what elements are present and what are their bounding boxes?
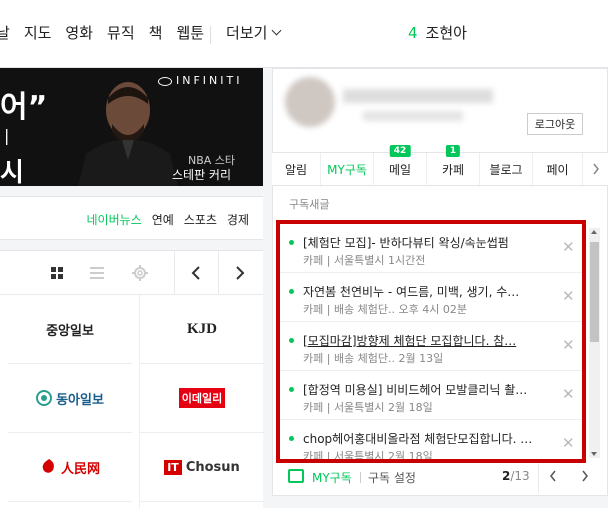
ad-text-line: 시 <box>0 158 24 186</box>
my-subscription-link[interactable]: MY구독 <box>312 469 352 486</box>
cafe-count-badge: 1 <box>445 145 461 157</box>
close-icon[interactable]: ✕ <box>562 287 575 305</box>
unread-dot <box>289 436 294 441</box>
scroll-down-icon[interactable] <box>591 452 597 456</box>
weather-temp: 4 <box>408 24 418 42</box>
logout-button[interactable]: 로그아웃 <box>527 113 583 135</box>
scrollbar-thumb[interactable] <box>590 242 599 342</box>
gear-icon[interactable] <box>131 264 149 282</box>
nav-item[interactable]: 날 <box>0 22 10 43</box>
press-kjd[interactable]: KJD <box>140 295 264 364</box>
ad-headline: 어” <box>0 90 48 125</box>
feed-item-meta: 카페 | 서울특별시 2월 18일 <box>303 450 433 463</box>
nav-item-webtoon[interactable]: 웹툰 <box>176 22 204 43</box>
feed-item[interactable]: chop헤어홍대비올라점 체험단모집합니다. … 카페 | 서울특별시 2월 1… <box>280 420 582 463</box>
feed-item-meta: 카페 | 배송 체험단.. 2월 13일 <box>303 352 444 365</box>
chevron-left-icon[interactable] <box>548 469 558 483</box>
close-icon[interactable]: ✕ <box>562 238 575 256</box>
nav-item-book[interactable]: 책 <box>149 22 163 43</box>
chevron-right-icon[interactable] <box>580 469 590 483</box>
ad-caption: 스테판 커리 <box>172 168 232 182</box>
chevron-left-icon[interactable] <box>190 265 202 281</box>
toolbar-divider <box>218 251 219 295</box>
news-tab-bar: 네이버뉴스 연예 스포츠 경제 <box>0 196 263 240</box>
tab-mail[interactable]: 42 메일 <box>374 145 427 185</box>
feed-scrollbar[interactable] <box>589 228 600 458</box>
feed-item-meta: 카페 | 서울특별시 1시간전 <box>303 254 426 267</box>
scroll-up-icon[interactable] <box>591 230 597 234</box>
tab-my-subscriptions[interactable]: MY구독 <box>321 153 374 185</box>
press-chosun[interactable]: IT Chosun <box>140 433 264 502</box>
weather-widget[interactable]: 4 조현아 <box>408 22 467 43</box>
feed-item[interactable]: [모집마감]방향제 체험단 모집합니다. 참… 카페 | 배송 체험단.. 2월… <box>280 322 582 371</box>
press-peoples-daily[interactable]: 人民网 <box>8 433 132 502</box>
press-toolbar <box>0 251 263 295</box>
grid-view-icon[interactable] <box>51 267 63 279</box>
tab-entertainment[interactable]: 연예 <box>152 211 174 228</box>
nav-item-map[interactable]: 지도 <box>24 22 52 43</box>
close-icon[interactable]: ✕ <box>562 434 575 452</box>
press-grid: 중앙일보 KJD 동아일보 이데일리 人民网 IT Chosun <box>0 250 264 508</box>
page-indicator: 2/13 <box>502 469 530 483</box>
top-navigation: 날 지도 영화 뮤직 책 웹툰 더보기 4 조현아 <box>0 0 608 68</box>
tab-cafe[interactable]: 1 카페 <box>427 145 480 185</box>
feed-item-title[interactable]: [모집마감]방향제 체험단 모집합니다. 참… <box>303 332 543 349</box>
feed-item-meta: 카페 | 서울특별시 2월 18일 <box>303 401 433 414</box>
press-donga[interactable]: 동아일보 <box>8 364 132 433</box>
avatar <box>285 77 335 127</box>
feed-item-title[interactable]: 자연봄 천연비누 - 여드름, 미백, 생기, 수… <box>303 283 543 300</box>
feed-item-title[interactable]: chop헤어홍대비올라점 체험단모집합니다. … <box>303 430 543 447</box>
my-subscription-icon <box>288 469 304 483</box>
tab-naver-news[interactable]: 네이버뉴스 <box>86 211 141 228</box>
account-tabs: 알림 MY구독 42 메일 1 카페 블로그 페이 <box>272 145 608 186</box>
subscription-settings-link[interactable]: 구독 설정 <box>368 469 416 486</box>
feed-item-meta: 카페 | 배송 체험단.. 오후 4시 02분 <box>303 303 467 316</box>
chevron-down-icon <box>271 25 282 36</box>
tab-economy[interactable]: 경제 <box>227 211 249 228</box>
unread-dot <box>289 289 294 294</box>
close-icon[interactable]: ✕ <box>562 385 575 403</box>
press-joongang[interactable]: 중앙일보 <box>8 295 132 364</box>
press-edaily[interactable]: 이데일리 <box>140 364 264 433</box>
chosun-logo-icon: IT <box>164 459 182 475</box>
section-title: 구독새글 <box>289 198 330 211</box>
account-name-blurred <box>343 89 493 103</box>
ad-banner[interactable]: 어” | 시 INFINITI NBA 스타 스테판 커리 <box>0 68 263 186</box>
chevron-right-icon <box>592 163 599 175</box>
nav-item-movie[interactable]: 영화 <box>65 22 93 43</box>
weather-location: 조현아 <box>425 24 467 42</box>
ad-brand: INFINITI <box>158 74 242 87</box>
ad-text-line: | <box>4 126 10 145</box>
service-menu: 날 지도 영화 뮤직 책 웹툰 <box>0 22 218 43</box>
tabs-next-button[interactable] <box>583 153 608 185</box>
tab-blog[interactable]: 블로그 <box>480 153 533 185</box>
nav-item-music[interactable]: 뮤직 <box>107 22 135 43</box>
footer-divider <box>360 472 361 483</box>
feed-item-title[interactable]: [합정역 미용실] 비비드헤어 모발클리닉 촬… <box>303 381 543 398</box>
panel-footer: MY구독 구독 설정 2/13 <box>272 463 608 493</box>
infiniti-logo-icon <box>158 76 172 86</box>
unread-dot <box>289 387 294 392</box>
feed-item[interactable]: 자연봄 천연비누 - 여드름, 미백, 생기, 수… 카페 | 배송 체험단..… <box>280 273 582 322</box>
tab-sports[interactable]: 스포츠 <box>184 211 217 228</box>
tab-notifications[interactable]: 알림 <box>272 153 321 185</box>
feed-item[interactable]: [합정역 미용실] 비비드헤어 모발클리닉 촬… 카페 | 서울특별시 2월 1… <box>280 371 582 420</box>
feed-item[interactable]: [체험단 모집]- 반하다뷰티 왁싱/속눈썹펌 카페 | 서울특별시 1시간전 … <box>280 224 582 273</box>
close-icon[interactable]: ✕ <box>562 336 575 354</box>
more-button[interactable]: 더보기 <box>226 22 282 43</box>
chevron-right-icon[interactable] <box>234 265 246 281</box>
toolbar-divider <box>174 251 175 295</box>
nav-divider <box>210 26 211 44</box>
unread-dot <box>289 240 294 245</box>
account-email-blurred <box>363 111 463 121</box>
list-view-icon[interactable] <box>90 267 104 279</box>
feed-item-title[interactable]: [체험단 모집]- 반하다뷰티 왁싱/속눈썹펌 <box>303 234 543 251</box>
footer-divider <box>538 463 539 493</box>
tab-pay[interactable]: 페이 <box>533 153 583 185</box>
subscription-feed-list: [체험단 모집]- 반하다뷰티 왁싱/속눈썹펌 카페 | 서울특별시 1시간전 … <box>276 220 586 463</box>
unread-dot <box>289 338 294 343</box>
mail-count-badge: 42 <box>389 145 411 157</box>
peoples-daily-logo-icon <box>42 459 54 473</box>
donga-logo-icon <box>36 390 53 406</box>
